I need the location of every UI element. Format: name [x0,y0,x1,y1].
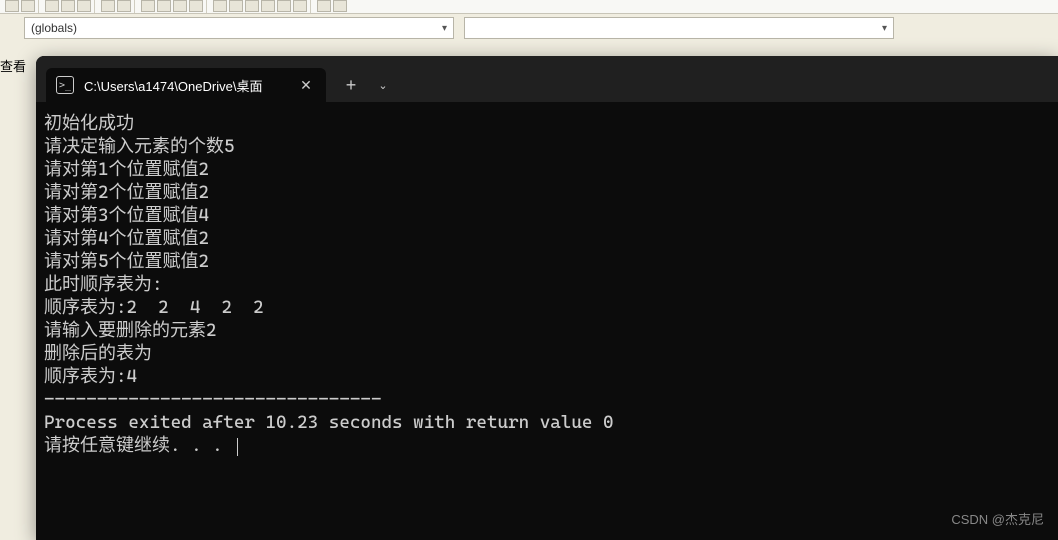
toolbar-icon[interactable] [21,0,35,12]
terminal-line: 请对第3个位置赋值4 [44,204,1050,227]
toolbar-group-2 [42,0,95,13]
terminal-tab-title: C:\Users\a1474\OneDrive\桌面 [84,76,286,95]
new-tab-button[interactable]: + [334,68,368,102]
function-dropdown[interactable] [464,17,894,39]
terminal-line: 请决定输入元素的个数5 [44,135,1050,158]
toolbar-icon[interactable] [77,0,91,12]
terminal-line: 请输入要删除的元素2 [44,319,1050,342]
close-icon[interactable]: ✕ [296,75,316,95]
terminal-line: 初始化成功 [44,112,1050,135]
left-panel-label: 查看 [0,56,26,75]
cursor [237,438,238,456]
toolbar-group-1 [2,0,39,13]
terminal-line: 顺序表为:4 [44,365,1050,388]
terminal-line: 此时顺序表为: [44,273,1050,296]
toolbar-icon[interactable] [277,0,291,12]
terminal-line: 请对第5个位置赋值2 [44,250,1050,273]
toolbar-group-5 [210,0,311,13]
chevron-down-icon: ⌄ [378,79,387,92]
terminal-output[interactable]: 初始化成功请决定输入元素的个数5请对第1个位置赋值2请对第2个位置赋值2请对第3… [36,102,1058,540]
toolbar-icon[interactable] [117,0,131,12]
terminal-icon: >_ [56,76,74,94]
terminal-line: 删除后的表为 [44,342,1050,365]
toolbar-icon[interactable] [141,0,155,12]
toolbar-icon[interactable] [333,0,347,12]
toolbar-icon[interactable] [173,0,187,12]
toolbar-icon[interactable] [61,0,75,12]
toolbar-icon[interactable] [245,0,259,12]
terminal-window: >_ C:\Users\a1474\OneDrive\桌面 ✕ + ⌄ 初始化成… [36,56,1058,540]
toolbar-icon[interactable] [157,0,171,12]
toolbar-icon[interactable] [189,0,203,12]
terminal-line: 顺序表为:2 2 4 2 2 [44,296,1050,319]
toolbar-icon[interactable] [261,0,275,12]
toolbar-icon[interactable] [5,0,19,12]
toolbar-icon[interactable] [213,0,227,12]
terminal-line: -------------------------------- [44,388,1050,411]
terminal-tab[interactable]: >_ C:\Users\a1474\OneDrive\桌面 ✕ [46,68,326,102]
toolbar-icon[interactable] [101,0,115,12]
tab-menu-dropdown[interactable]: ⌄ [368,68,398,102]
editor-toolbar [0,0,1058,14]
toolbar-group-4 [138,0,207,13]
watermark: CSDN @杰克尼 [951,509,1044,528]
terminal-line: 请对第4个位置赋值2 [44,227,1050,250]
toolbar-group-3 [98,0,135,13]
terminal-line: 请对第2个位置赋值2 [44,181,1050,204]
terminal-tabbar: >_ C:\Users\a1474\OneDrive\桌面 ✕ + ⌄ [36,56,1058,102]
toolbar-icon[interactable] [317,0,331,12]
terminal-line: 请对第1个位置赋值2 [44,158,1050,181]
toolbar-icon[interactable] [293,0,307,12]
scope-dropdown-value: (globals) [31,21,77,35]
scope-dropdown[interactable]: (globals) [24,17,454,39]
scope-dropdown-row: (globals) [0,14,1058,42]
terminal-line: Process exited after 10.23 seconds with … [44,411,1050,434]
toolbar-group-6 [314,0,1056,13]
toolbar-icon[interactable] [45,0,59,12]
terminal-line: 请按任意键继续. . . [44,434,1050,457]
toolbar-icon[interactable] [229,0,243,12]
